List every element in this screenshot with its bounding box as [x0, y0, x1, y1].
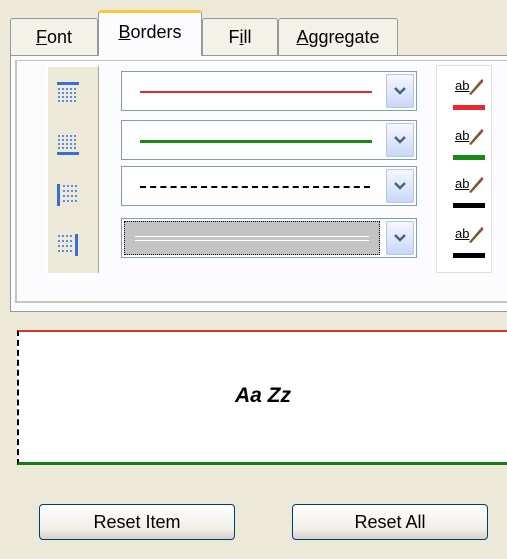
right-border-icon[interactable] [56, 233, 80, 257]
color-swatch [453, 253, 485, 258]
right-line-style-select[interactable] [121, 218, 417, 258]
border-preview: Aa Zz [17, 330, 507, 465]
dropdown-button[interactable] [386, 74, 414, 108]
tab-font-label: Font [35, 27, 73, 47]
left-line-style-select[interactable] [121, 166, 417, 206]
tab-fill-label: Fill [228, 27, 252, 47]
chevron-down-icon [394, 87, 406, 95]
left-border-color-picker[interactable]: ab [453, 176, 485, 216]
tab-font[interactable]: Font [10, 18, 98, 55]
preview-text: Aa Zz [234, 384, 291, 407]
line-style-sample [140, 186, 370, 188]
tab-borders-label: Borders [118, 22, 182, 42]
reset-item-button[interactable]: Reset Item [39, 504, 235, 540]
top-border-icon[interactable] [56, 81, 80, 105]
bottom-border-icon[interactable] [56, 133, 80, 157]
tab-aggregate-label: Aggregate [296, 27, 380, 47]
color-swatch [453, 155, 485, 160]
right-border-color-picker[interactable]: ab [453, 226, 485, 266]
border-position-column [46, 65, 99, 273]
selected-line-style [124, 221, 380, 255]
pencil-icon [469, 227, 483, 243]
reset-all-button[interactable]: Reset All [292, 504, 488, 540]
chevron-down-icon [394, 182, 406, 190]
left-border-icon[interactable] [56, 183, 80, 207]
top-line-style-select[interactable] [121, 71, 417, 111]
tab-aggregate[interactable]: Aggregate [278, 18, 398, 55]
dropdown-button[interactable] [386, 169, 414, 203]
tab-borders[interactable]: Borders [98, 10, 202, 56]
color-swatch [453, 105, 485, 110]
pencil-icon [469, 129, 483, 145]
chevron-down-icon [394, 234, 406, 242]
double-line-sample [135, 236, 369, 241]
top-border-color-picker[interactable]: ab [453, 78, 485, 118]
color-swatch [453, 203, 485, 208]
border-color-column: ab ab ab ab [436, 65, 492, 273]
pencil-icon [469, 177, 483, 193]
dropdown-button[interactable] [386, 221, 414, 255]
bottom-line-style-select[interactable] [121, 120, 417, 160]
bottom-border-color-picker[interactable]: ab [453, 128, 485, 168]
dropdown-button[interactable] [386, 123, 414, 157]
tab-fill[interactable]: Fill [202, 18, 278, 55]
line-style-sample [140, 91, 372, 93]
chevron-down-icon [394, 136, 406, 144]
line-style-sample [140, 140, 372, 143]
pencil-icon [469, 79, 483, 95]
